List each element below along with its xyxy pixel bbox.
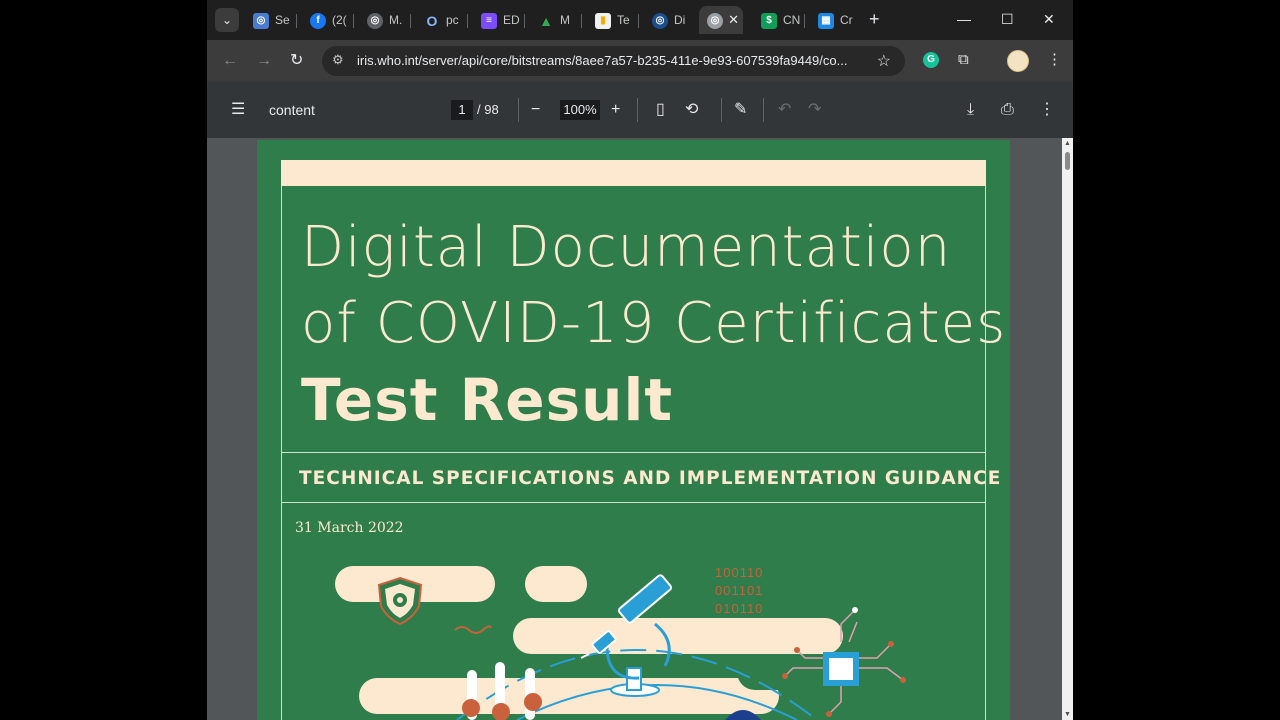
browser-tab[interactable]: ◎ Di bbox=[644, 6, 696, 34]
maximize-button[interactable]: ☐ bbox=[1001, 10, 1014, 28]
close-tab-icon[interactable]: ✕ bbox=[728, 6, 739, 34]
browser-menu-icon[interactable]: ⋮ bbox=[1047, 51, 1062, 69]
globe-icon: ◎ bbox=[652, 12, 668, 29]
grammarly-extension-icon[interactable]: G bbox=[923, 52, 939, 68]
scroll-up-arrow-icon[interactable]: ▲ bbox=[1064, 140, 1071, 147]
undo-icon[interactable]: ↶ bbox=[778, 100, 791, 120]
globe-icon: ◎ bbox=[367, 12, 383, 29]
reload-icon[interactable]: ↻ bbox=[290, 51, 303, 71]
divider-line bbox=[281, 502, 986, 503]
document-subtitle: TECHNICAL SPECIFICATIONS AND IMPLEMENTAT… bbox=[299, 468, 1002, 489]
divider-line bbox=[281, 452, 986, 453]
drive-icon: ▲ bbox=[539, 12, 553, 29]
scrollbar-thumb[interactable] bbox=[1065, 152, 1070, 170]
browser-tab[interactable]: f (2( bbox=[302, 6, 354, 34]
vertical-scrollbar[interactable]: ▲ ▼ bbox=[1062, 138, 1073, 720]
shield-icon bbox=[377, 576, 423, 626]
tab-search-button[interactable]: ⌄ bbox=[215, 8, 239, 32]
redo-icon[interactable]: ↷ bbox=[808, 100, 821, 120]
site-info-icon[interactable]: ⚙ bbox=[332, 52, 344, 68]
browser-tab[interactable]: ▮ Te bbox=[587, 6, 639, 34]
decor-pill bbox=[525, 566, 587, 602]
globe-icon: ◎ bbox=[707, 12, 723, 29]
document-date: 31 March 2022 bbox=[295, 520, 404, 536]
extensions-puzzle-icon[interactable]: ⧉ bbox=[958, 51, 969, 69]
list-icon: ≡ bbox=[481, 12, 497, 29]
cover-illustration bbox=[335, 566, 906, 720]
title-line-3: Test Result bbox=[301, 366, 674, 434]
cover-top-band bbox=[281, 160, 986, 186]
browser-tab[interactable]: ◎ M. bbox=[359, 6, 411, 34]
browser-tab[interactable]: ▲ M bbox=[530, 6, 582, 34]
zoom-in-icon[interactable]: + bbox=[611, 100, 620, 120]
zoom-level-input[interactable]: 100% bbox=[560, 100, 600, 120]
browser-tab[interactable]: ◎ Se bbox=[245, 6, 297, 34]
pdf-viewer[interactable]: Digital Documentation of COVID-19 Certif… bbox=[207, 138, 1073, 720]
url-text[interactable]: iris.who.int/server/api/core/bitstreams/… bbox=[357, 53, 847, 68]
fit-page-icon[interactable]: ▯ bbox=[656, 100, 665, 120]
profile-avatar[interactable] bbox=[1007, 50, 1029, 72]
decor-pill bbox=[359, 678, 779, 714]
minimize-button[interactable]: — bbox=[957, 10, 971, 28]
more-options-icon[interactable]: ⋮ bbox=[1039, 100, 1055, 120]
document-title: Digital Documentation of COVID-19 Certif… bbox=[301, 210, 1010, 438]
browser-tab[interactable]: ≡ ED bbox=[473, 6, 525, 34]
browser-tab[interactable]: Opc bbox=[416, 6, 468, 34]
address-bar[interactable]: ⚙ iris.who.int/server/api/core/bitstream… bbox=[322, 46, 905, 76]
page-number-input[interactable]: 1 bbox=[451, 100, 473, 120]
print-icon[interactable]: ⎙ bbox=[1001, 100, 1014, 120]
pdf-toolbar: ☰ content 1 / 98 − 100% + ▯ ⟲ ✎ ↶ ↷ ⤓ ⎙ … bbox=[207, 82, 1073, 138]
decor-pill bbox=[513, 618, 843, 654]
page-count: / 98 bbox=[477, 102, 499, 117]
title-line-2: of COVID-19 Certificates: bbox=[301, 291, 1010, 356]
facebook-icon: f bbox=[310, 12, 326, 29]
circle-o-icon: O bbox=[426, 12, 438, 29]
rotate-icon[interactable]: ⟲ bbox=[685, 100, 698, 120]
browser-tab[interactable]: $ CN bbox=[753, 6, 805, 34]
pdf-page: Digital Documentation of COVID-19 Certif… bbox=[257, 140, 1010, 720]
browser-tab[interactable]: ▦ Cr bbox=[810, 6, 862, 34]
globe-icon: ◎ bbox=[253, 12, 269, 29]
browser-toolbar: ← → ↻ ⚙ iris.who.int/server/api/core/bit… bbox=[207, 40, 1073, 82]
image-icon: ▦ bbox=[818, 12, 834, 29]
browser-window: ⌄ ◎ Se f (2( ◎ M. Opc ≡ ED ▲ M ▮ Te ◎ Di ◎ ✕ bbox=[207, 0, 1073, 720]
pdf-title: content bbox=[269, 102, 315, 118]
zoom-out-icon[interactable]: − bbox=[531, 100, 540, 120]
sheets-icon: $ bbox=[761, 12, 777, 29]
tab-strip: ⌄ ◎ Se f (2( ◎ M. Opc ≡ ED ▲ M ▮ Te ◎ Di ◎ ✕ bbox=[207, 0, 1073, 40]
test-tubes-icon bbox=[462, 662, 542, 720]
browser-tab-active[interactable]: ◎ ✕ bbox=[699, 6, 743, 34]
hamburger-menu-icon[interactable]: ☰ bbox=[231, 100, 245, 120]
new-tab-button[interactable]: + bbox=[869, 9, 880, 29]
scroll-down-arrow-icon[interactable]: ▼ bbox=[1064, 711, 1071, 718]
doc-icon: ▮ bbox=[595, 12, 611, 29]
bookmark-star-icon[interactable]: ☆ bbox=[877, 51, 891, 71]
annotate-pen-icon[interactable]: ✎ bbox=[734, 100, 747, 120]
download-icon[interactable]: ⤓ bbox=[967, 100, 974, 120]
title-line-1: Digital Documentation bbox=[301, 215, 952, 280]
back-arrow-icon[interactable]: ← bbox=[222, 51, 238, 71]
forward-arrow-icon[interactable]: → bbox=[256, 51, 272, 71]
close-window-button[interactable]: ✕ bbox=[1043, 10, 1055, 28]
